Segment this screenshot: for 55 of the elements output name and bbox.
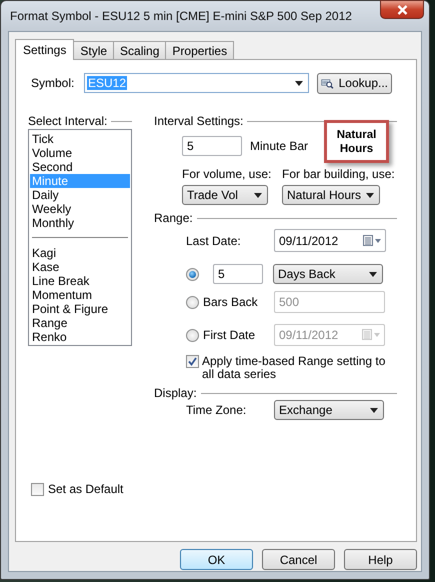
tab[interactable]: Properties — [165, 41, 234, 59]
tab[interactable]: Style — [73, 41, 114, 59]
option-label: First Date — [203, 328, 256, 342]
close-button[interactable] — [380, 0, 424, 19]
section-heading: Display: — [154, 386, 197, 400]
list-item[interactable]: Line Break — [30, 274, 130, 288]
caret-icon — [295, 80, 303, 86]
list-item[interactable]: Volume — [30, 146, 130, 160]
unit-label: Minute Bar — [250, 139, 308, 153]
date-field[interactable]: 09/11/2012 — [274, 229, 386, 252]
calendar-icon[interactable] — [363, 234, 381, 246]
section-heading: Range: — [154, 211, 193, 225]
list-item[interactable]: Tick — [30, 132, 130, 146]
list-item[interactable]: Kagi — [30, 246, 130, 260]
field-label: For bar building, use: — [282, 167, 395, 181]
close-icon — [396, 4, 408, 14]
dialog-button[interactable]: OK — [180, 549, 253, 570]
caret-icon — [370, 408, 378, 412]
window-title: Format Symbol - ESU12 5 min [CME] E-mini S&P 500 Sep 2012 — [9, 9, 352, 23]
volume-dropdown[interactable]: Trade Vol — [182, 185, 268, 205]
list-item[interactable]: Weekly — [30, 202, 130, 216]
field-label: Time Zone: — [186, 403, 248, 417]
field-label: For volume, use: — [182, 167, 272, 181]
caret-icon — [366, 192, 374, 198]
symbol-label: Symbol: — [31, 76, 76, 90]
checkbox[interactable] — [31, 482, 44, 496]
dialog-button[interactable]: Help — [344, 549, 417, 570]
range-type-dropdown[interactable]: Days Back — [273, 264, 383, 284]
list-item[interactable]: Momentum — [30, 288, 130, 302]
annotation-callout: Natural Hours — [324, 120, 389, 163]
option-label: Bars Back — [203, 295, 258, 309]
time-zone-dropdown[interactable]: Exchange — [274, 400, 384, 420]
lookup-button[interactable]: Lookup... — [317, 72, 392, 94]
checkbox-label: Set as Default — [48, 482, 124, 496]
list-item[interactable]: Range — [30, 316, 130, 330]
field-label: Last Date: — [186, 234, 242, 248]
list-item[interactable]: Renko — [30, 330, 130, 344]
interval-field[interactable]: 5 — [182, 136, 242, 156]
list-item[interactable]: Kase — [30, 260, 130, 274]
checkbox-label: Apply time-based Range setting to all data series — [202, 355, 386, 381]
caret-icon — [254, 192, 262, 198]
count-field[interactable]: 5 — [213, 264, 263, 284]
dialog-button[interactable]: Cancel — [262, 549, 335, 570]
list-item[interactable]: Second — [30, 160, 130, 174]
tab[interactable]: Scaling — [113, 41, 166, 59]
list-item[interactable]: Monthly — [30, 216, 130, 230]
section-heading: Select Interval: — [28, 114, 108, 128]
tab[interactable]: Settings — [15, 39, 74, 60]
list-item[interactable]: Point & Figure — [30, 302, 130, 316]
radio-button[interactable] — [186, 268, 199, 280]
checkbox[interactable] — [186, 355, 199, 368]
section-heading: Interval Settings: — [154, 114, 244, 128]
list-item[interactable]: Daily — [30, 188, 130, 202]
bar-building-dropdown[interactable]: Natural Hours — [282, 185, 380, 205]
caret-icon — [369, 272, 377, 276]
